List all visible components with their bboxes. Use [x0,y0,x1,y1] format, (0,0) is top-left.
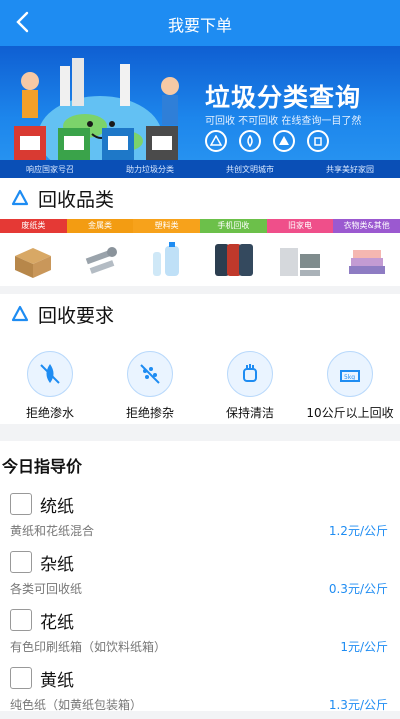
no-mix-icon [127,351,173,397]
requirement-label: 10公斤以上回收 [306,406,394,420]
top-bar: 我要下单 [0,0,400,46]
recycle-categories-header: 回收品类 [0,178,400,218]
recycle-icon [205,130,227,152]
tab-plastic[interactable]: 塑料类 [133,219,201,233]
clothes-image[interactable] [343,240,391,280]
tab-appliance[interactable]: 旧家电 [266,219,334,233]
other-waste-icon [307,130,329,152]
banner-subtitle: 可回收 不可回收 在线查询一目了然 [205,116,362,127]
item-checkbox[interactable] [10,609,32,631]
requirement-item: 拒绝渗水 [0,345,100,423]
item-checkbox[interactable] [10,667,32,689]
price-item[interactable]: 黄纸 纯色纸（如黄纸包装箱） 1.3元/公斤 [0,661,400,719]
item-price: 1元/公斤 [340,640,388,654]
price-item[interactable]: 花纸 有色印刷纸箱（如饮料纸箱） 1元/公斤 [0,603,400,661]
slogan: 响应国家号召 [26,164,74,174]
item-desc: 黄纸和花纸混合 [10,524,95,538]
banner-slogans: 响应国家号召 助力垃圾分类 共创文明城市 共享美好家园 [0,160,400,178]
price-title: 今日指导价 [2,457,83,476]
requirements-header: 回收要求 [0,294,400,334]
slogan: 共享美好家园 [326,164,374,174]
item-desc: 各类可回收纸 [10,582,83,596]
tab-clothes[interactable]: 衣物类&其他 [333,219,400,233]
item-checkbox[interactable] [10,493,32,515]
scale-label: 5kg [344,374,355,381]
tab-phone[interactable]: 手机回收 [200,219,267,233]
section-title: 回收品类 [38,188,115,211]
item-price: 1.2元/公斤 [328,524,388,538]
price-item[interactable]: 杂纸 各类可回收纸 0.3元/公斤 [0,545,400,603]
banner-title: 垃圾分类查询 [205,83,362,112]
item-desc: 纯色纸（如黄纸包装箱） [10,698,143,712]
requirement-item: 5kg 10公斤以上回收 [300,345,400,423]
slogan: 助力垃圾分类 [126,164,174,174]
item-price: 1.3元/公斤 [328,698,388,712]
requirement-label: 保持清洁 [225,406,274,420]
flame-icon [239,130,261,152]
price-section: 今日指导价 统纸 黄纸和花纸混合 1.2元/公斤 杂纸 各类可回收纸 0.3元/… [0,441,400,712]
item-desc: 有色印刷纸箱（如饮料纸箱） [10,640,167,654]
recycle-icon [11,305,29,322]
plastic-bottles-image[interactable] [143,240,191,280]
item-name: 杂纸 [40,555,74,575]
requirement-item: 拒绝掺杂 [100,345,200,423]
screws-image[interactable] [76,240,124,280]
smartphones-image[interactable] [209,240,257,280]
page-title: 我要下单 [167,16,232,35]
category-images [0,234,400,286]
item-name: 黄纸 [40,671,74,691]
item-checkbox[interactable] [10,551,32,573]
scale-5kg-icon: 5kg [327,351,373,397]
no-water-icon [27,351,73,397]
item-name: 花纸 [40,613,74,633]
banner-recycle-icons [205,130,329,152]
section-title: 回收要求 [38,304,115,327]
home-appliances-image[interactable] [276,240,324,280]
tab-paper[interactable]: 废纸类 [0,219,67,233]
requirement-item: 保持清洁 [200,345,300,423]
hazard-icon [273,130,295,152]
slogan: 共创文明城市 [226,164,274,174]
requirement-label: 拒绝掺杂 [125,406,174,420]
item-price: 0.3元/公斤 [328,582,388,596]
category-tabs: 废纸类 金属类 塑料类 手机回收 旧家电 衣物类&其他 [0,219,400,233]
cardboard-boxes-image[interactable] [9,240,57,280]
clean-hand-icon [227,351,273,397]
banner[interactable]: 垃圾分类查询 可回收 不可回收 在线查询一目了然 响应国家号召 助力垃圾分类 共… [0,46,400,178]
recycle-icon [11,189,29,206]
requirements-list: 拒绝渗水 拒绝掺杂 保持清洁 5kg 10公斤以上回收 [0,345,400,423]
item-name: 统纸 [40,497,74,517]
requirement-label: 拒绝渗水 [25,406,74,420]
tab-metal[interactable]: 金属类 [66,219,134,233]
price-item[interactable]: 统纸 黄纸和花纸混合 1.2元/公斤 [0,487,400,545]
